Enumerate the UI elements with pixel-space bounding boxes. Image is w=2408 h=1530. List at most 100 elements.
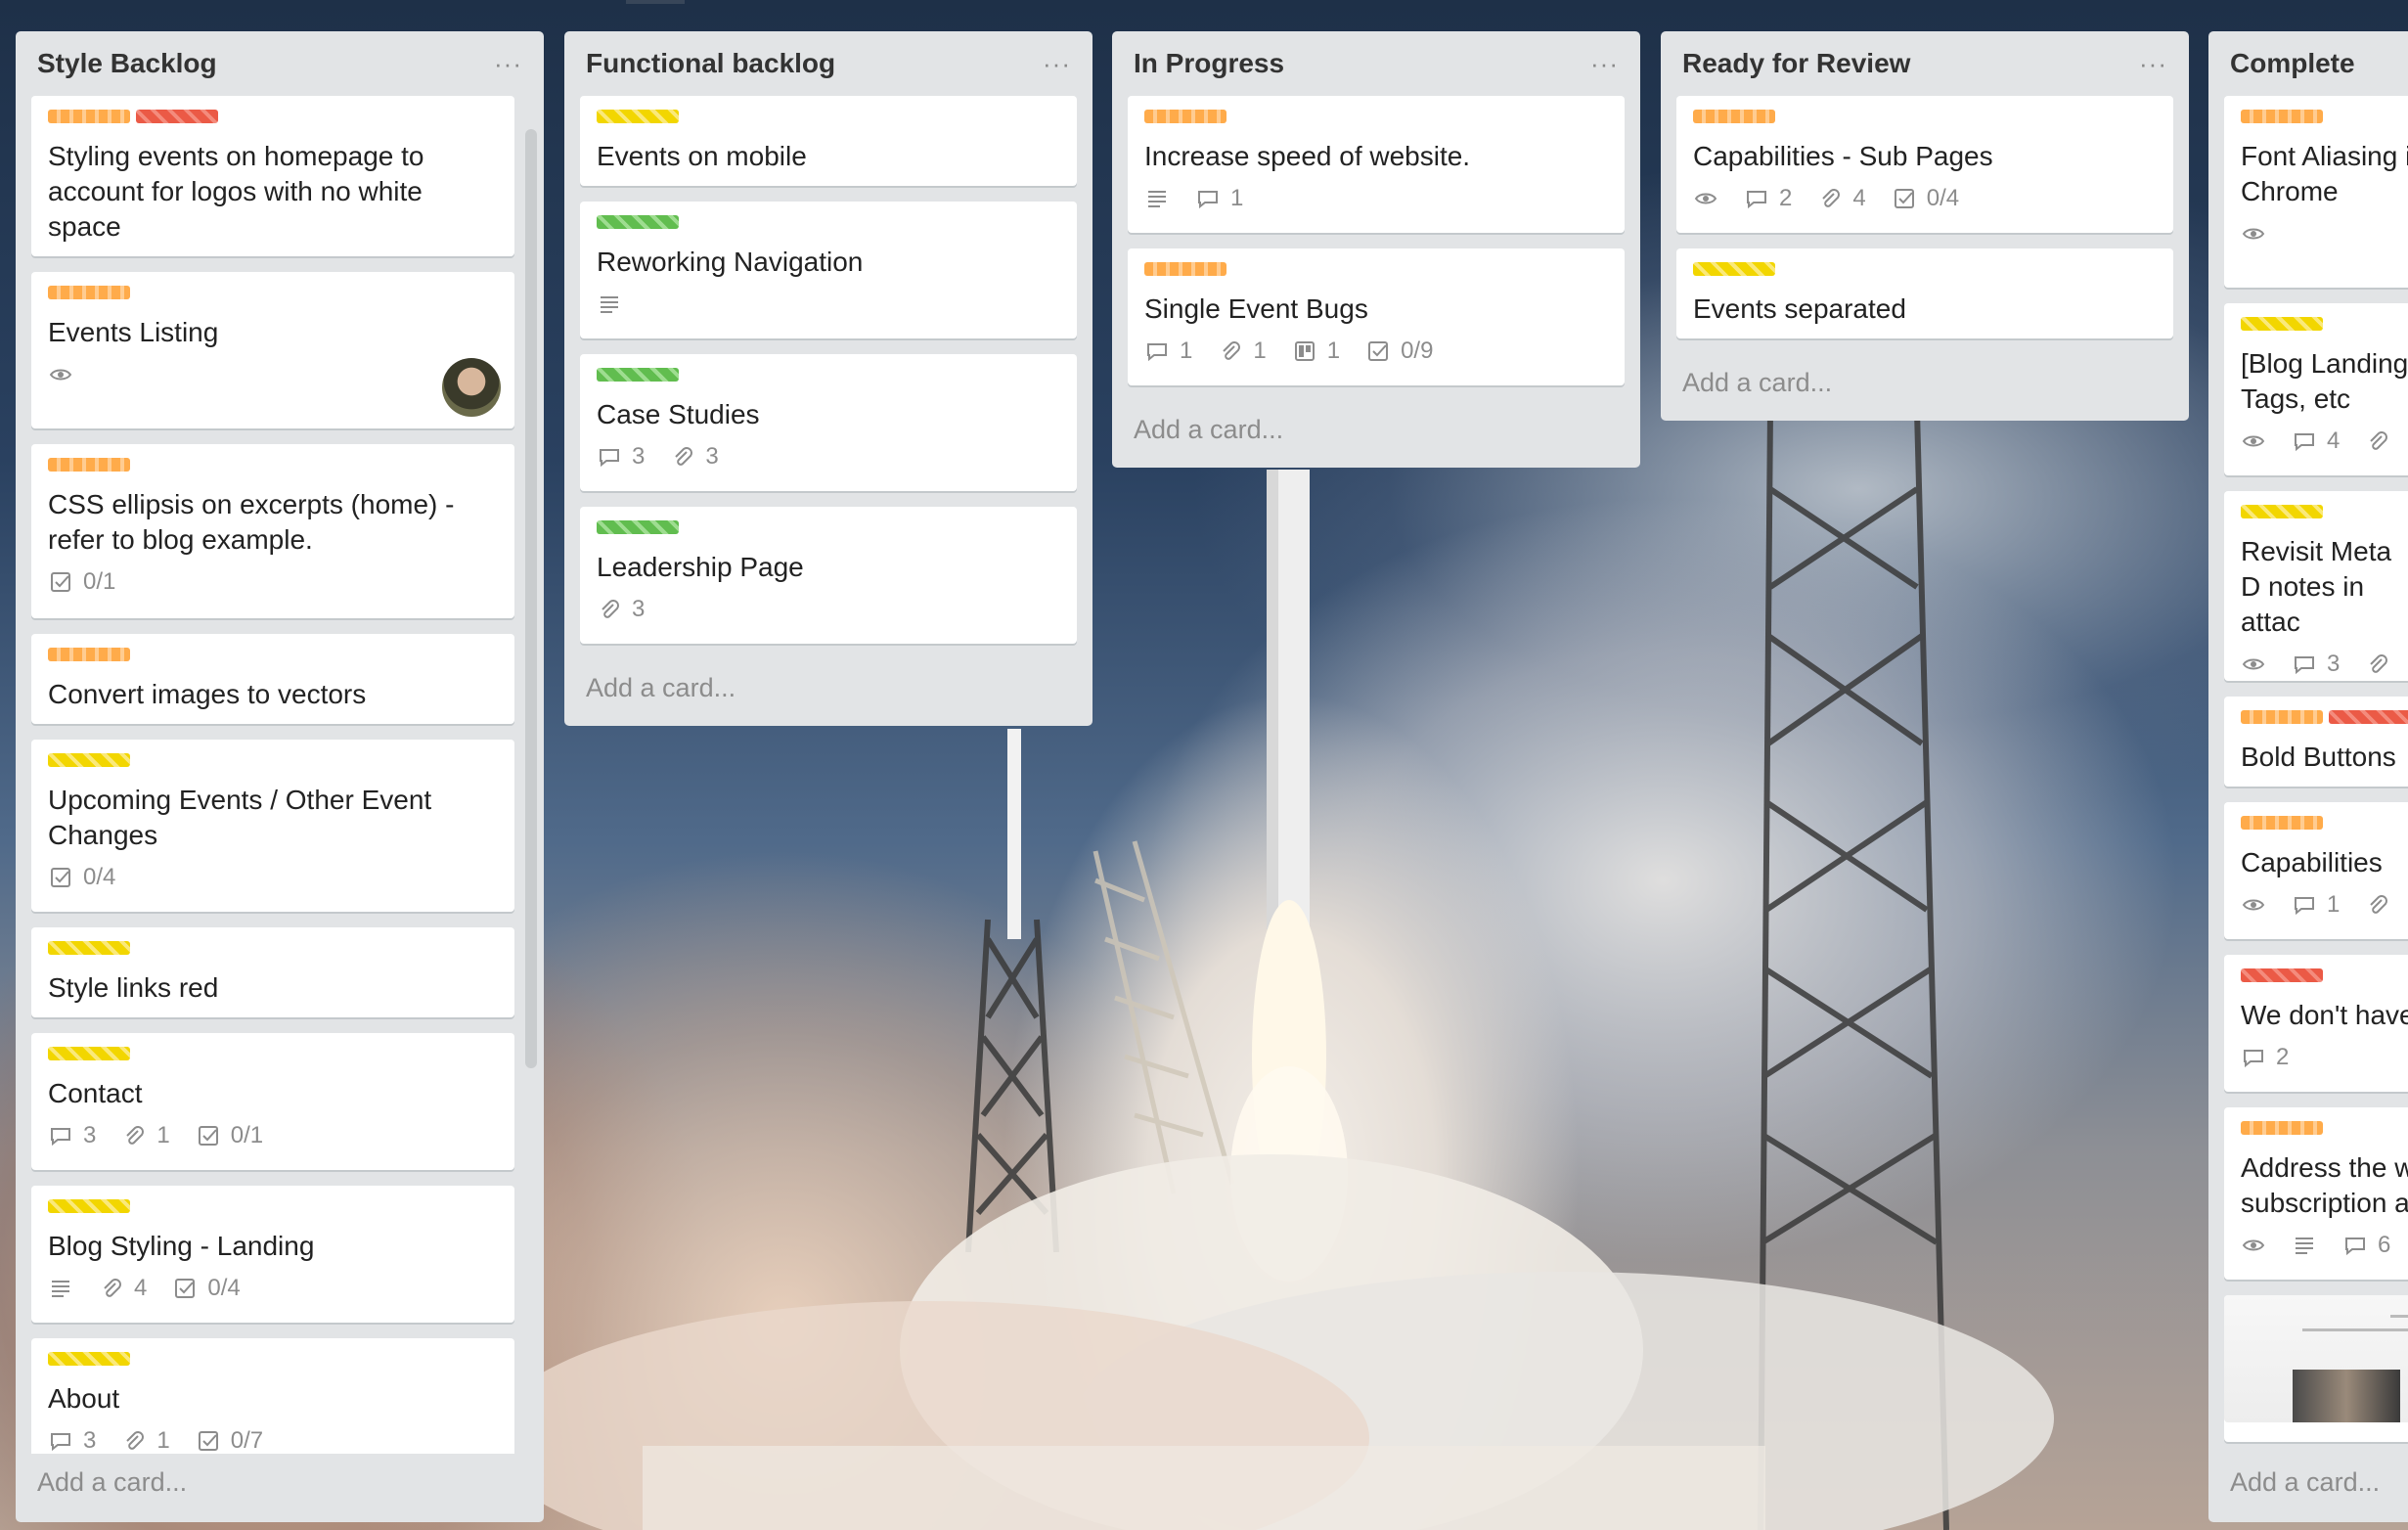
add-card-button[interactable]: Add a card...: [16, 1454, 544, 1512]
attachment-badge: 3: [670, 443, 719, 471]
card[interactable]: Style links red: [31, 927, 514, 1017]
label-orange[interactable]: [48, 458, 130, 472]
checklist-icon: [196, 1123, 221, 1148]
card[interactable]: Reworking Navigation: [580, 202, 1077, 338]
label-orange[interactable]: [1144, 262, 1226, 276]
checklist-badge: 0/4: [1892, 185, 1959, 212]
label-yellow[interactable]: [48, 1199, 130, 1213]
description-badge: [2292, 1233, 2317, 1258]
list-title[interactable]: Functional backlog: [586, 48, 835, 79]
card-title: Single Event Bugs: [1144, 293, 1368, 324]
add-card-button[interactable]: Add a card...: [1112, 401, 1640, 460]
watch-badge: [2241, 221, 2266, 247]
badge-count: 1: [156, 1122, 170, 1148]
list-menu-icon[interactable]: ···: [1043, 51, 1071, 76]
add-card-button[interactable]: Add a card...: [2208, 1454, 2408, 1512]
label-orange[interactable]: [1693, 110, 1775, 123]
card-with-thumbnail[interactable]: [2224, 1295, 2408, 1442]
attachment-badge: 1: [121, 1427, 170, 1454]
card[interactable]: Contact 3 1 0/1: [31, 1033, 514, 1170]
label-yellow[interactable]: [597, 110, 679, 123]
label-orange[interactable]: [2241, 1121, 2323, 1135]
watch-badge: [2241, 892, 2266, 918]
card-list: Events on mobile Reworking Navigation Ca…: [564, 96, 1093, 644]
label-orange[interactable]: [2241, 710, 2323, 724]
add-card-button[interactable]: Add a card...: [1661, 354, 2189, 413]
list-menu-icon[interactable]: ···: [494, 51, 522, 76]
label-orange[interactable]: [48, 286, 130, 299]
list-title[interactable]: Ready for Review: [1682, 48, 1910, 79]
label-green[interactable]: [597, 368, 679, 382]
checklist-badge: 0/4: [48, 864, 115, 891]
attachment-badge: 4: [99, 1275, 147, 1302]
attachment-icon: [121, 1428, 147, 1454]
card[interactable]: Capabilities - Sub Pages 2 4 0/4: [1676, 96, 2173, 233]
label-yellow[interactable]: [48, 941, 130, 955]
comment-badge: 2: [2241, 1044, 2289, 1071]
card-list: Styling events on homepage to account fo…: [16, 96, 544, 1454]
label-yellow[interactable]: [2241, 505, 2323, 518]
card-title: Convert images to vectors: [48, 679, 367, 709]
card[interactable]: Bold Buttons: [2224, 697, 2408, 787]
label-red[interactable]: [2329, 710, 2408, 724]
avatar[interactable]: [442, 358, 501, 417]
card-title: Events on mobile: [597, 141, 807, 171]
card[interactable]: Font Aliasing i Chrome: [2224, 96, 2408, 288]
badge-count: 1: [1180, 338, 1193, 364]
add-card-button[interactable]: Add a card...: [564, 659, 1093, 718]
label-yellow[interactable]: [48, 1047, 130, 1060]
board-icon: [1292, 338, 1317, 364]
label-green[interactable]: [597, 215, 679, 229]
card[interactable]: Styling events on homepage to account fo…: [31, 96, 514, 256]
eye-icon: [2241, 1233, 2266, 1258]
label-yellow[interactable]: [48, 753, 130, 767]
card[interactable]: We don't have 2: [2224, 955, 2408, 1092]
list-title[interactable]: Complete: [2230, 48, 2355, 79]
card[interactable]: [Blog Landing Tags, etc 4: [2224, 303, 2408, 475]
card[interactable]: Events separated: [1676, 248, 2173, 338]
label-red[interactable]: [136, 110, 218, 123]
label-yellow[interactable]: [2241, 317, 2323, 331]
card[interactable]: Convert images to vectors: [31, 634, 514, 724]
card[interactable]: Blog Styling - Landing 4 0/4: [31, 1186, 514, 1323]
eye-icon: [2241, 221, 2266, 247]
list-title[interactable]: Style Backlog: [37, 48, 217, 79]
board-badge: 1: [1292, 338, 1340, 365]
list-menu-icon[interactable]: ···: [1590, 51, 1619, 76]
card-title: Contact: [48, 1078, 143, 1108]
card[interactable]: Revisit Meta D notes in attac 3: [2224, 491, 2408, 681]
card[interactable]: CSS ellipsis on excerpts (home) - refer …: [31, 444, 514, 618]
card[interactable]: About 3 1 0/7: [31, 1338, 514, 1454]
badge-count: 0/4: [1926, 185, 1960, 211]
card[interactable]: Case Studies 3 3: [580, 354, 1077, 491]
card-title: Upcoming Events / Other Event Changes: [48, 785, 432, 850]
checklist-icon: [1892, 186, 1917, 211]
checklist-badge: 0/7: [196, 1427, 263, 1454]
card[interactable]: Address the w subscription a 6: [2224, 1107, 2408, 1280]
card[interactable]: Upcoming Events / Other Event Changes 0/…: [31, 740, 514, 912]
card[interactable]: Capabilities 1: [2224, 802, 2408, 939]
card-title: Case Studies: [597, 399, 760, 429]
label-red[interactable]: [2241, 968, 2323, 982]
card[interactable]: Events Listing: [31, 272, 514, 428]
list-scrollbar[interactable]: [525, 129, 537, 1068]
label-yellow[interactable]: [1693, 262, 1775, 276]
card[interactable]: Increase speed of website. 1: [1128, 96, 1625, 233]
label-orange[interactable]: [1144, 110, 1226, 123]
card[interactable]: Events on mobile: [580, 96, 1077, 186]
badge-count: 0/4: [207, 1275, 241, 1301]
comment-badge: 4: [2292, 428, 2340, 455]
label-green[interactable]: [597, 520, 679, 534]
label-orange[interactable]: [2241, 816, 2323, 830]
list-title[interactable]: In Progress: [1134, 48, 1284, 79]
label-yellow[interactable]: [48, 1352, 130, 1366]
card[interactable]: Single Event Bugs 1 1 1 0/9: [1128, 248, 1625, 385]
card[interactable]: Leadership Page 3: [580, 507, 1077, 644]
checklist-badge: 0/1: [48, 568, 115, 596]
label-orange[interactable]: [2241, 110, 2323, 123]
list-menu-icon[interactable]: ···: [2139, 51, 2167, 76]
attachment-badge: 3: [597, 596, 645, 623]
label-orange[interactable]: [48, 110, 130, 123]
label-orange[interactable]: [48, 648, 130, 661]
card-title: Reworking Navigation: [597, 247, 864, 277]
